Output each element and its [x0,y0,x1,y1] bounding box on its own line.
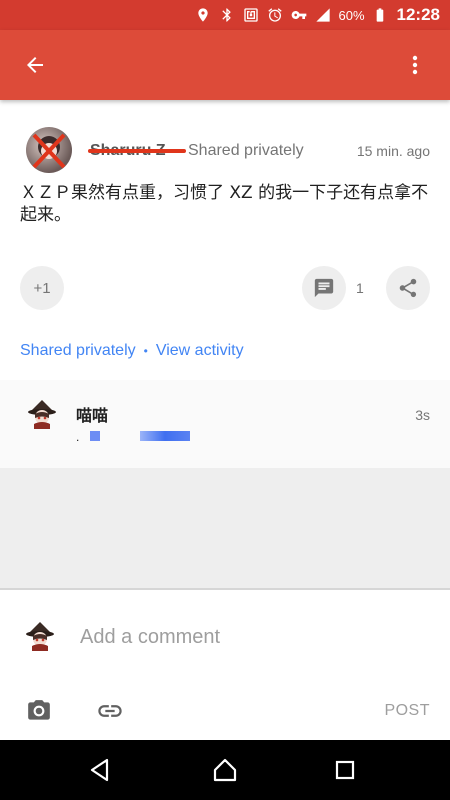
alarm-icon [266,6,284,24]
nav-recents-button[interactable] [330,755,360,785]
back-button[interactable] [18,48,52,82]
redacted-content [90,431,100,441]
arrow-back-icon [27,57,43,73]
nav-recents-icon [335,760,355,780]
list-item[interactable]: 喵喵 3s . [0,380,450,468]
comment-text: . [76,430,80,444]
system-nav-bar [0,740,450,800]
post-timestamp: 15 min. ago [356,143,430,159]
link-separator: • [143,344,148,358]
nfc-icon [242,6,260,24]
redacted-content [140,431,190,441]
post-button[interactable]: POST [384,702,430,720]
status-bar: 60% 12:28 [0,0,450,30]
attach-link-button[interactable] [94,696,126,726]
plus-one-button[interactable]: +1 [20,266,64,310]
post-header: Sharuru Z Shared privately 15 min. ago [0,122,450,178]
location-icon [194,6,212,24]
comment-count: 1 [356,280,364,296]
share-button[interactable] [386,266,430,310]
overflow-menu-button[interactable] [398,48,432,82]
comment-icon [314,278,334,298]
camera-icon [28,700,50,720]
nav-home-icon [213,758,237,782]
commenter-name[interactable]: 喵喵 [76,402,108,426]
compose-divider [0,588,450,590]
battery-icon [371,6,389,24]
share-icon [399,278,417,298]
view-activity-link[interactable]: View activity [156,342,244,360]
user-avatar [26,622,54,651]
redaction-mark [88,149,186,153]
comment-timestamp: 3s [415,407,430,423]
commenter-avatar[interactable] [26,398,58,430]
nav-back-button[interactable] [85,755,115,785]
status-clock: 12:28 [396,5,440,24]
camera-button[interactable] [24,696,54,726]
nav-back-icon [90,758,109,782]
comment-list: 喵喵 3s . [0,380,450,588]
battery-percent: 60% [338,7,365,23]
vpn-key-icon [290,6,308,24]
post-links: Shared privately • View activity [20,342,244,360]
author-avatar[interactable] [26,127,72,173]
nav-home-button[interactable] [210,755,240,785]
link-icon [98,705,122,717]
bluetooth-icon [218,6,236,24]
comment-button[interactable] [302,266,346,310]
comment-input[interactable] [80,622,380,652]
app-bar [0,30,450,100]
more-vert-icon [412,55,418,75]
signal-icon [314,6,332,24]
visibility-label: Shared privately [188,142,304,159]
post-body: ＸＺＰ果然有点重，习惯了 XZ 的我一下子还有点拿不起来。 [20,183,429,225]
shared-privately-link[interactable]: Shared privately [20,342,136,360]
